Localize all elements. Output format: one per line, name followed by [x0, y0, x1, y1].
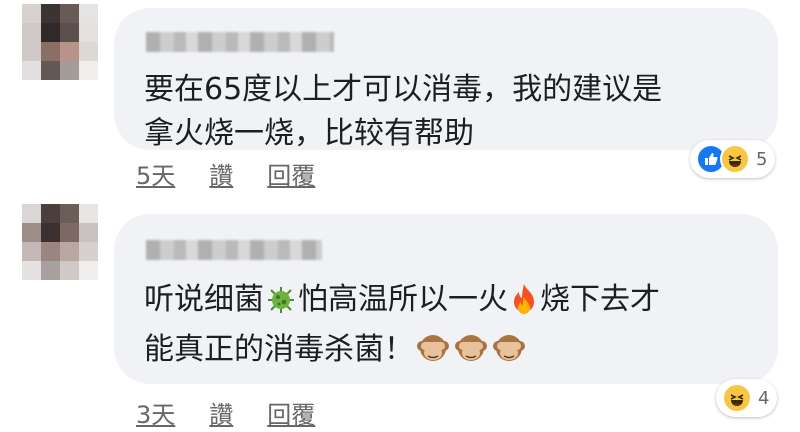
comment-text-part: 听说细菌 [144, 282, 264, 317]
like-button[interactable]: 讚 [209, 156, 233, 191]
comment-text: 听说细菌 怕高温所以一火 烧下去才 能真正的消毒杀菌！ [144, 278, 660, 378]
reply-button[interactable]: 回覆 [267, 156, 315, 191]
reply-button[interactable]: 回覆 [267, 395, 315, 430]
comment-actions: 5天讚回覆 [136, 156, 349, 191]
haha-icon [720, 144, 750, 174]
comment-bubble: 听说细菌 怕高温所以一火 烧下去才 能真正的消毒杀菌！ [114, 214, 778, 384]
commenter-name[interactable] [146, 32, 334, 52]
comment-text: 要在65度以上才可以消毒，我的建议是 拿火烧一烧，比较有帮助 [144, 72, 663, 151]
comment-bubble: 要在65度以上才可以消毒，我的建议是 拿火烧一烧，比较有帮助 [114, 8, 778, 151]
like-button[interactable]: 讚 [209, 395, 233, 430]
reaction-count: 4 [758, 387, 770, 409]
comment-actions: 3天讚回覆 [136, 395, 349, 430]
see-no-evil-monkey-emoji [492, 331, 526, 378]
fire-emoji [510, 283, 538, 328]
timestamp-link[interactable]: 3天 [136, 395, 175, 430]
avatar[interactable] [22, 204, 98, 280]
see-no-evil-monkey-emoji [454, 331, 488, 378]
reaction-summary[interactable]: 4 [716, 379, 778, 417]
timestamp-link[interactable]: 5天 [136, 156, 175, 191]
reaction-count: 5 [756, 148, 768, 170]
microbe-emoji [266, 284, 296, 328]
haha-icon [722, 383, 752, 413]
comment-text-part: 怕高温所以一火 [298, 282, 508, 317]
see-no-evil-monkey-emoji [416, 331, 450, 378]
avatar[interactable] [22, 4, 98, 80]
commenter-name[interactable] [146, 240, 322, 260]
reaction-summary[interactable]: 5 [690, 140, 776, 178]
